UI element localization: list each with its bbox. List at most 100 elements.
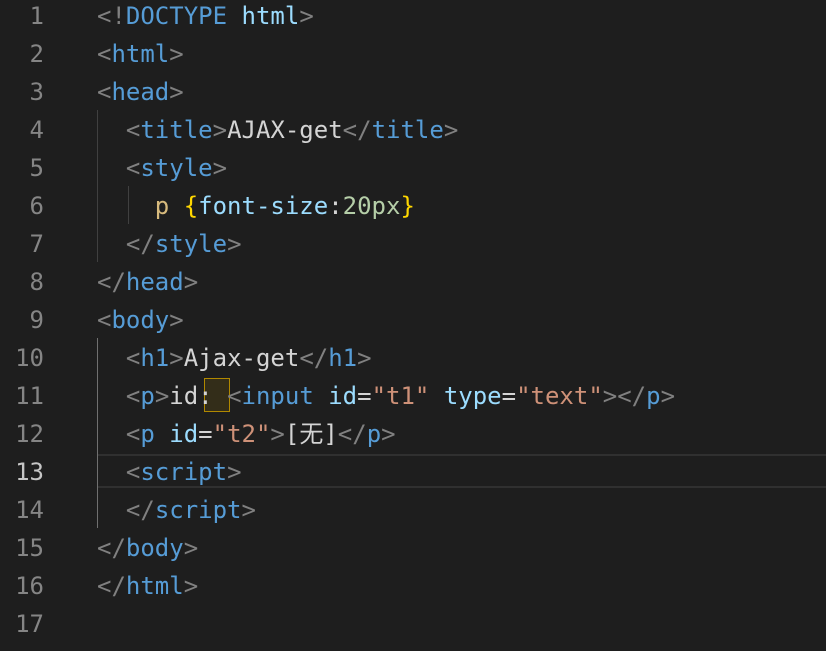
code-token: <: [97, 40, 112, 68]
code-token: body: [111, 306, 170, 334]
line-number: 5: [29, 154, 44, 182]
code-token: DOCTYPE: [125, 2, 228, 30]
code-token: >: [169, 344, 184, 372]
code-token: </: [97, 268, 126, 296]
code-token: <: [97, 306, 112, 334]
code-text[interactable]: </script>: [97, 491, 256, 529]
code-token: </: [97, 572, 126, 600]
code-token: script: [154, 496, 242, 524]
code-line[interactable]: 1 <!DOCTYPE html>: [0, 0, 826, 35]
code-text[interactable]: </html>: [97, 567, 198, 605]
code-line[interactable]: 10 <h1>Ajax-get</h1>: [0, 339, 826, 377]
code-text[interactable]: <!DOCTYPE html>: [97, 0, 314, 35]
code-token: <: [125, 420, 141, 448]
code-token: >: [357, 344, 372, 372]
code-line[interactable]: 14 </script>: [0, 491, 826, 529]
code-token: >: [299, 2, 314, 30]
code-text[interactable]: <p id="t2">[无]</p>: [97, 415, 396, 453]
code-token: id:: [169, 382, 228, 410]
code-token: </: [337, 420, 367, 448]
code-token: >: [270, 420, 285, 448]
code-token: >: [169, 40, 184, 68]
code-token: html: [125, 572, 184, 600]
code-token: >: [227, 458, 242, 486]
code-line[interactable]: 15 </body>: [0, 529, 826, 567]
code-text[interactable]: <body>: [97, 301, 184, 339]
line-number: 1: [29, 2, 44, 30]
code-text[interactable]: <style>: [97, 149, 227, 187]
code-token: p: [140, 420, 155, 448]
code-text[interactable]: <p>id: <input id="t1" type="text"></p>: [97, 377, 675, 415]
code-text[interactable]: </style>: [97, 225, 242, 263]
code-editor[interactable]: 1 <!DOCTYPE html> 2 <html> 3 <head> 4 <title>A…: [0, 0, 826, 651]
code-token: p: [366, 420, 382, 448]
code-token: <: [125, 458, 141, 486]
code-text[interactable]: <html>: [97, 35, 184, 73]
code-token: type: [443, 382, 502, 410]
code-token: h1: [140, 344, 170, 372]
code-token: head: [111, 78, 170, 106]
code-token: AJAX-get: [227, 116, 343, 144]
code-line[interactable]: 2 <html>: [0, 35, 826, 73]
code-line[interactable]: 5 <style>: [0, 149, 826, 187]
code-token: title: [140, 116, 213, 144]
code-line[interactable]: 12 <p id="t2">[无]</p>: [0, 415, 826, 453]
code-text[interactable]: <h1>Ajax-get</h1>: [97, 339, 372, 377]
code-line[interactable]: 6 p {font-size:20px}: [0, 187, 826, 225]
code-line[interactable]: 16 </html>: [0, 567, 826, 605]
code-token: <: [125, 116, 141, 144]
code-token: p: [646, 382, 661, 410]
code-line[interactable]: 9 <body>: [0, 301, 826, 339]
line-number: 10: [15, 344, 44, 372]
line-number: 9: [29, 306, 44, 334]
code-line[interactable]: 4 <title>AJAX-get</title>: [0, 111, 826, 149]
code-text[interactable]: p {font-size:20px}: [97, 187, 415, 225]
code-text[interactable]: </body>: [97, 529, 198, 567]
code-token: h1: [328, 344, 358, 372]
code-token: </: [125, 496, 155, 524]
line-number: 17: [15, 610, 44, 638]
line-number: 11: [15, 382, 44, 410]
code-token: </: [97, 534, 126, 562]
code-token: >: [660, 382, 676, 410]
code-text[interactable]: </head>: [97, 263, 198, 301]
code-line[interactable]: 11 <p>id: <input id="t1" type="text"></p…: [0, 377, 826, 415]
code-token: "t1": [371, 382, 430, 410]
code-token: }: [400, 192, 415, 220]
line-number: 13: [15, 458, 44, 486]
code-line[interactable]: 7 </style>: [0, 225, 826, 263]
code-text[interactable]: <title>AJAX-get</title>: [97, 111, 458, 149]
code-token: =: [501, 382, 517, 410]
code-line[interactable]: 17: [0, 605, 826, 643]
code-token: html: [241, 2, 300, 30]
code-token: >: [169, 78, 184, 106]
line-number: 14: [15, 496, 44, 524]
code-text[interactable]: <head>: [97, 73, 184, 111]
code-token: font-size: [198, 192, 329, 220]
code-text[interactable]: <script>: [97, 453, 242, 491]
code-line[interactable]: 8 </head>: [0, 263, 826, 301]
line-number: 6: [29, 192, 44, 220]
code-token: script: [140, 458, 228, 486]
code-token: input: [241, 382, 314, 410]
code-token: p: [140, 382, 155, 410]
code-token: >: [212, 116, 228, 144]
code-token: >: [227, 230, 242, 258]
code-line[interactable]: 3 <head>: [0, 73, 826, 111]
code-token: >: [443, 116, 459, 144]
code-token: "text": [516, 382, 603, 410]
code-token: >: [169, 306, 184, 334]
code-line[interactable]: 13 <script>: [0, 453, 826, 491]
code-token: <: [227, 382, 242, 410]
